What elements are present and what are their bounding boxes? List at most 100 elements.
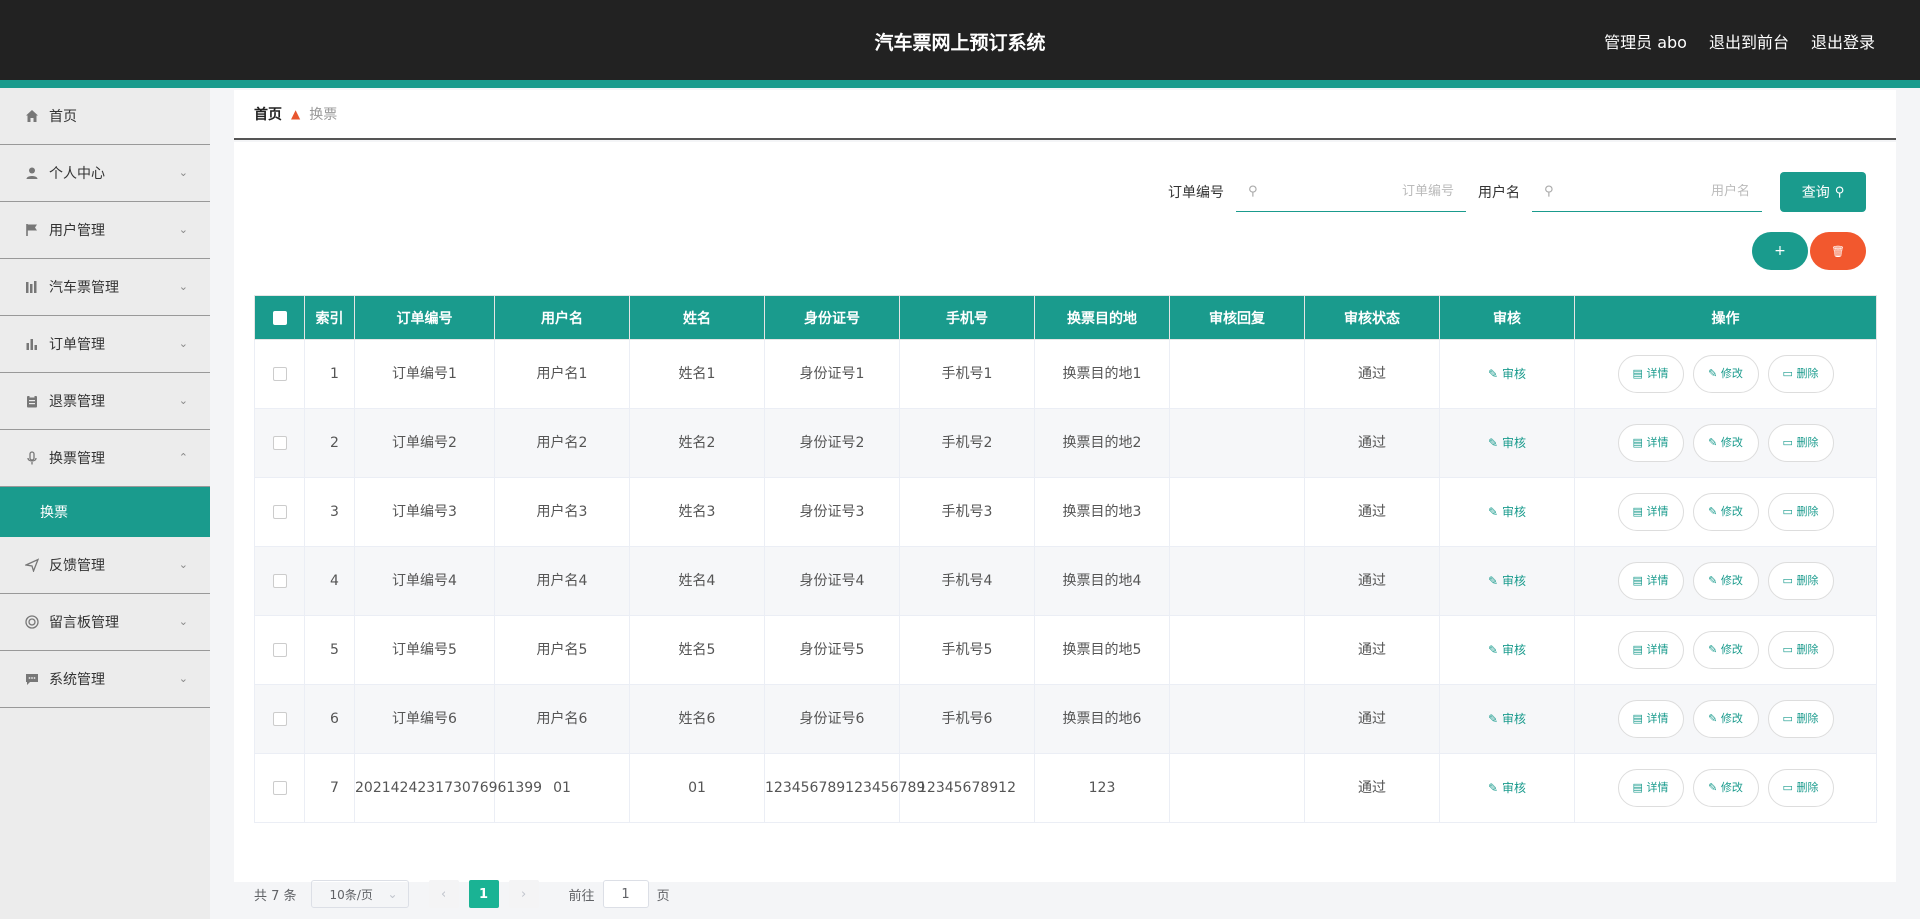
audit-link[interactable]: ✎ 审核 <box>1488 712 1526 726</box>
delete-button[interactable]: ▭ 删除 <box>1767 631 1834 669</box>
delete-button[interactable]: ▭ 删除 <box>1767 355 1834 393</box>
send-icon <box>24 557 40 573</box>
audit-link[interactable]: ✎ 审核 <box>1488 574 1526 588</box>
chevron-down-icon: ⌄ <box>178 615 188 628</box>
sidebar-item-users[interactable]: 用户管理 ⌄ <box>0 202 210 259</box>
trash-icon: ▭ <box>1782 436 1793 449</box>
row-actions: ▤ 详情 ✎ 修改 ▭ 删除 <box>1575 631 1876 669</box>
cell-reply <box>1169 408 1305 478</box>
edit-button[interactable]: ✎ 修改 <box>1692 493 1759 531</box>
page-suffix: 页 <box>656 888 670 904</box>
audit-link[interactable]: ✎ 审核 <box>1488 436 1526 450</box>
sidebar-item-feedback[interactable]: 反馈管理 ⌄ <box>0 537 210 594</box>
sidebar-item-label: 换票管理 <box>49 451 105 467</box>
cell-idcard: 身份证号2 <box>764 408 900 478</box>
detail-button[interactable]: ▤ 详情 <box>1617 700 1684 738</box>
audit-link-label: 审核 <box>1501 712 1526 726</box>
page-number-current[interactable]: 1 <box>468 880 499 908</box>
column-header: 换票目的地 <box>1034 295 1170 340</box>
row-checkbox[interactable] <box>272 574 287 588</box>
trash-icon: ▭ <box>1782 781 1793 794</box>
add-button[interactable]: + <box>1752 232 1808 270</box>
cell-dest: 换票目的地6 <box>1034 684 1170 754</box>
edit-button[interactable]: ✎ 修改 <box>1692 424 1759 462</box>
audit-link[interactable]: ✎ 审核 <box>1488 781 1526 795</box>
row-checkbox[interactable] <box>272 643 287 657</box>
cell-reply <box>1169 615 1305 685</box>
delete-button-label: 删除 <box>1796 436 1819 449</box>
sidebar-item-personal[interactable]: 个人中心 ⌄ <box>0 145 210 202</box>
sidebar-item-refunds[interactable]: 退票管理 ⌄ <box>0 373 210 430</box>
ops-cell: ▤ 详情 ✎ 修改 ▭ 删除 <box>1574 546 1877 616</box>
row-actions: ▤ 详情 ✎ 修改 ▭ 删除 <box>1575 769 1876 807</box>
sidebar-item-orders[interactable]: 订单管理 ⌄ <box>0 316 210 373</box>
row-checkbox[interactable] <box>272 436 287 450</box>
audit-link[interactable]: ✎ 审核 <box>1488 505 1526 519</box>
user-search-label: 用户名 <box>1478 185 1520 201</box>
detail-button-label: 详情 <box>1646 781 1669 794</box>
audit-link-label: 审核 <box>1501 367 1526 381</box>
select-all-checkbox[interactable] <box>272 310 287 325</box>
delete-button[interactable]: ▭ 删除 <box>1767 769 1834 807</box>
back-to-front-link[interactable]: 退出到前台 <box>1709 29 1789 53</box>
edit-button[interactable]: ✎ 修改 <box>1692 769 1759 807</box>
column-header: 索引 <box>304 295 355 340</box>
row-checkbox[interactable] <box>272 712 287 726</box>
breadcrumb-separator-icon: ▲ <box>291 107 301 121</box>
row-checkbox[interactable] <box>272 505 287 519</box>
logout-link[interactable]: 退出登录 <box>1811 29 1875 53</box>
cell-dest: 换票目的地4 <box>1034 546 1170 616</box>
cell-order: 订单编号6 <box>354 684 495 754</box>
sidebar-item-label: 退票管理 <box>49 394 105 410</box>
batch-delete-button[interactable]: 🗑 <box>1810 232 1866 270</box>
doc-icon: ▤ <box>1632 574 1643 587</box>
sidebar-item-tickets[interactable]: 汽车票管理 ⌄ <box>0 259 210 316</box>
prev-page-button[interactable]: ‹ <box>428 880 459 908</box>
edit-button[interactable]: ✎ 修改 <box>1692 355 1759 393</box>
detail-button[interactable]: ▤ 详情 <box>1617 424 1684 462</box>
cell-idcard: 身份证号4 <box>764 546 900 616</box>
cell-dest: 换票目的地2 <box>1034 408 1170 478</box>
detail-button[interactable]: ▤ 详情 <box>1617 562 1684 600</box>
sidebar-item-label: 个人中心 <box>49 166 105 182</box>
doc-icon: ▤ <box>1632 781 1643 794</box>
audit-cell: ✎ 审核 <box>1439 546 1575 616</box>
order-search-input[interactable] <box>1257 184 1454 199</box>
delete-button[interactable]: ▭ 删除 <box>1767 493 1834 531</box>
cell-status: 通过 <box>1304 615 1440 685</box>
goto-page-input[interactable] <box>602 880 649 908</box>
sidebar-subitem-exchange[interactable]: 换票 <box>0 487 210 537</box>
page-size-select[interactable]: 10条/页 ⌄ <box>310 880 409 908</box>
delete-button[interactable]: ▭ 删除 <box>1767 700 1834 738</box>
sidebar-item-label: 订单管理 <box>49 337 105 353</box>
audit-link[interactable]: ✎ 审核 <box>1488 643 1526 657</box>
chevron-down-icon: ⌄ <box>178 337 188 350</box>
table-row: 4 订单编号4 用户名4 姓名4 身份证号4 手机号4 换票目的地4 通过 ✎ 审核 ▤ 详情 ✎ … <box>254 546 1877 616</box>
row-checkbox[interactable] <box>272 781 287 795</box>
delete-button[interactable]: ▭ 删除 <box>1767 424 1834 462</box>
detail-button[interactable]: ▤ 详情 <box>1617 493 1684 531</box>
user-search-input[interactable] <box>1553 184 1750 199</box>
query-button[interactable]: 查询 ⚲ <box>1780 172 1866 212</box>
detail-button[interactable]: ▤ 详情 <box>1617 355 1684 393</box>
row-checkbox[interactable] <box>272 367 287 381</box>
detail-button[interactable]: ▤ 详情 <box>1617 769 1684 807</box>
cell-order: 订单编号1 <box>354 339 495 409</box>
cell-order: 订单编号4 <box>354 546 495 616</box>
breadcrumb-home[interactable]: 首页 <box>254 104 282 124</box>
edit-button[interactable]: ✎ 修改 <box>1692 700 1759 738</box>
detail-button-label: 详情 <box>1646 505 1669 518</box>
edit-button-label: 修改 <box>1720 367 1743 380</box>
detail-button[interactable]: ▤ 详情 <box>1617 631 1684 669</box>
sidebar-item-system[interactable]: 系统管理 ⌄ <box>0 651 210 708</box>
edit-button[interactable]: ✎ 修改 <box>1692 631 1759 669</box>
delete-button[interactable]: ▭ 删除 <box>1767 562 1834 600</box>
next-page-button[interactable]: › <box>508 880 539 908</box>
clipboard-icon <box>24 393 40 409</box>
cell-order: 订单编号3 <box>354 477 495 547</box>
sidebar-item-messages[interactable]: 留言板管理 ⌄ <box>0 594 210 651</box>
edit-button[interactable]: ✎ 修改 <box>1692 562 1759 600</box>
sidebar-item-home[interactable]: 首页 <box>0 88 210 145</box>
audit-link[interactable]: ✎ 审核 <box>1488 367 1526 381</box>
sidebar-item-exchange[interactable]: 换票管理 ⌃ <box>0 430 210 487</box>
